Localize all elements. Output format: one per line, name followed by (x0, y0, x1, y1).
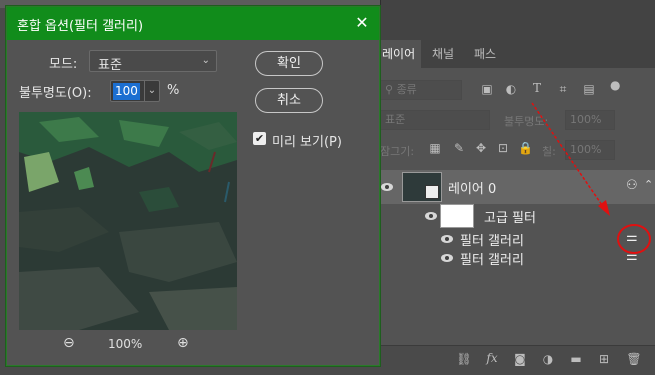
dialog-title: 혼합 옵션(필터 갤러리) (17, 19, 144, 34)
dialog-titlebar[interactable]: 혼합 옵션(필터 갤러리) ✕ (7, 7, 379, 40)
preview-checkbox[interactable]: ✔ (253, 132, 266, 145)
mode-label: 모드: (49, 57, 78, 72)
preview-artwork (19, 112, 237, 330)
annotation-arrow-line (531, 102, 605, 209)
preview-label[interactable]: 미리 보기(P) (272, 131, 342, 150)
close-icon[interactable]: ✕ (351, 12, 373, 34)
zoom-level: 100% (108, 337, 143, 351)
chevron-down-icon[interactable]: ⌄ (144, 81, 159, 101)
ok-button[interactable]: 확인 (255, 51, 323, 76)
annotation-circle (617, 224, 651, 254)
cancel-button[interactable]: 취소 (255, 88, 323, 113)
mode-select[interactable]: 표준 ⌄ (89, 50, 217, 73)
blending-options-dialog: 혼합 옵션(필터 갤러리) ✕ 모드: 표준 ⌄ 불투명도(O): 100 ⌄ … (6, 6, 380, 366)
mode-value: 표준 (98, 58, 122, 73)
preview-image (19, 112, 237, 330)
chevron-down-icon: ⌄ (201, 55, 210, 66)
zoom-in-icon[interactable]: ⊕ (177, 335, 189, 351)
opacity-value[interactable]: 100 (113, 83, 140, 100)
opacity-unit: % (167, 83, 180, 98)
opacity-label: 불투명도(O): (19, 86, 92, 101)
opacity-field[interactable]: 100 ⌄ (110, 80, 160, 102)
zoom-out-icon[interactable]: ⊖ (63, 335, 75, 351)
